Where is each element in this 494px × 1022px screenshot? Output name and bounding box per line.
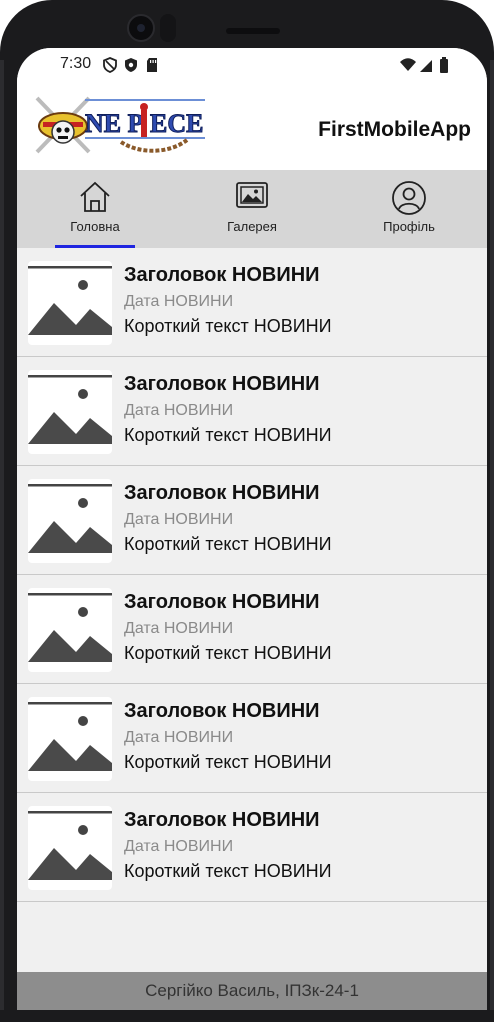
tab-gallery-label: Галерея xyxy=(227,219,277,234)
image-placeholder-icon xyxy=(28,484,112,553)
proximity-sensor xyxy=(160,14,176,42)
news-date: Дата НОВИНИ xyxy=(124,729,234,746)
tab-bar: Головна Галерея Профіль xyxy=(17,170,487,248)
earpiece-speaker xyxy=(226,28,280,34)
news-text: Короткий текст НОВИНИ xyxy=(124,425,332,445)
footer-author: Сергійко Василь, ІПЗк-24-1 xyxy=(17,972,487,1010)
home-icon xyxy=(80,181,110,212)
tab-profile[interactable]: Профіль xyxy=(331,170,487,248)
image-placeholder-icon xyxy=(28,811,112,880)
signal-icon xyxy=(420,60,432,72)
news-date: Дата НОВИНИ xyxy=(124,293,234,310)
news-title: Заголовок НОВИНИ xyxy=(124,700,320,722)
app-title: FirstMobileApp xyxy=(318,118,471,141)
news-item[interactable]: Заголовок НОВИНИ Дата НОВИНИ Короткий те… xyxy=(17,684,487,793)
front-camera xyxy=(127,14,155,42)
tab-gallery[interactable]: Галерея xyxy=(174,170,330,248)
news-image-placeholder xyxy=(28,261,112,345)
news-text: Короткий текст НОВИНИ xyxy=(124,316,332,336)
phone-edge-right xyxy=(490,60,494,1022)
news-item[interactable]: Заголовок НОВИНИ Дата НОВИНИ Короткий те… xyxy=(17,793,487,902)
sd-card-icon xyxy=(147,58,157,72)
news-item[interactable]: Заголовок НОВИНИ Дата НОВИНИ Короткий те… xyxy=(17,248,487,357)
wifi-icon xyxy=(400,58,416,71)
tab-profile-label: Профіль xyxy=(383,219,435,234)
news-image-placeholder xyxy=(28,806,112,890)
news-title: Заголовок НОВИНИ xyxy=(124,809,320,831)
tab-home[interactable]: Головна xyxy=(17,170,173,248)
app-header: NE P ECE FirstMobileApp xyxy=(17,82,487,170)
security-icon xyxy=(125,58,137,72)
battery-icon xyxy=(440,57,448,73)
news-text: Короткий текст НОВИНИ xyxy=(124,534,332,554)
image-placeholder-icon xyxy=(28,266,112,335)
image-placeholder-icon xyxy=(28,593,112,662)
one-piece-logo: NE P ECE xyxy=(29,94,207,156)
tab-home-label: Головна xyxy=(70,219,120,234)
profile-icon xyxy=(392,181,426,215)
news-text: Короткий текст НОВИНИ xyxy=(124,861,332,881)
image-placeholder-icon xyxy=(28,375,112,444)
image-placeholder-icon xyxy=(28,702,112,771)
news-image-placeholder xyxy=(28,370,112,454)
news-image-placeholder xyxy=(28,588,112,672)
app-screen: 7:30 NE P ECE FirstMobileApp Головна Гал… xyxy=(17,48,487,1010)
phone-frame: 7:30 NE P ECE FirstMobileApp Головна Гал… xyxy=(0,0,494,1022)
gallery-icon xyxy=(236,182,268,208)
shield-icon xyxy=(103,57,117,73)
news-date: Дата НОВИНИ xyxy=(124,620,234,637)
news-date: Дата НОВИНИ xyxy=(124,402,234,419)
news-title: Заголовок НОВИНИ xyxy=(124,591,320,613)
svg-text:ECE: ECE xyxy=(150,109,203,138)
news-item[interactable]: Заголовок НОВИНИ Дата НОВИНИ Короткий те… xyxy=(17,575,487,684)
phone-edge-left xyxy=(0,60,4,1022)
news-item[interactable]: Заголовок НОВИНИ Дата НОВИНИ Короткий те… xyxy=(17,357,487,466)
bottom-bezel xyxy=(0,1010,494,1022)
status-time: 7:30 xyxy=(60,55,92,72)
status-bar: 7:30 xyxy=(17,48,487,82)
news-list: Заголовок НОВИНИ Дата НОВИНИ Короткий те… xyxy=(17,248,487,902)
news-text: Короткий текст НОВИНИ xyxy=(124,643,332,663)
svg-text:NE P: NE P xyxy=(85,109,144,138)
news-date: Дата НОВИНИ xyxy=(124,838,234,855)
news-image-placeholder xyxy=(28,697,112,781)
news-image-placeholder xyxy=(28,479,112,563)
news-title: Заголовок НОВИНИ xyxy=(124,373,320,395)
news-title: Заголовок НОВИНИ xyxy=(124,482,320,504)
news-date: Дата НОВИНИ xyxy=(124,511,234,528)
news-item[interactable]: Заголовок НОВИНИ Дата НОВИНИ Короткий те… xyxy=(17,466,487,575)
news-title: Заголовок НОВИНИ xyxy=(124,264,320,286)
news-text: Короткий текст НОВИНИ xyxy=(124,752,332,772)
